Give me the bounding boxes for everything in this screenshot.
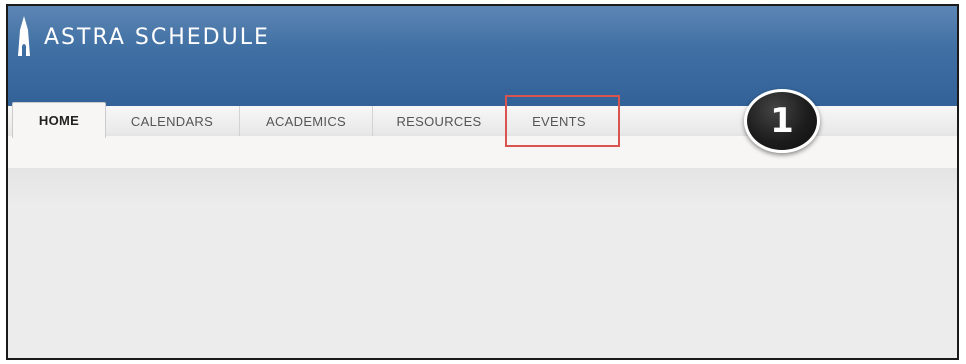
step-number-badge: 1 (744, 89, 820, 153)
app-logo[interactable]: ASTRA SCHEDULE (14, 16, 270, 56)
app-header: ASTRA SCHEDULE (8, 6, 957, 116)
events-tab-highlight-box (505, 95, 620, 147)
tab-calendars[interactable]: CALENDARS (105, 106, 240, 136)
main-content-area (8, 168, 957, 358)
tab-home[interactable]: HOME (12, 102, 106, 138)
sub-navigation-bar (8, 136, 957, 168)
tab-academics[interactable]: ACADEMICS (240, 106, 373, 136)
tab-resources[interactable]: RESOURCES (373, 106, 506, 136)
astra-tower-icon (18, 16, 30, 56)
app-title: ASTRA SCHEDULE (44, 24, 270, 50)
screenshot-frame: ASTRA SCHEDULE HOME CALENDARS ACADEMICS … (6, 4, 959, 360)
